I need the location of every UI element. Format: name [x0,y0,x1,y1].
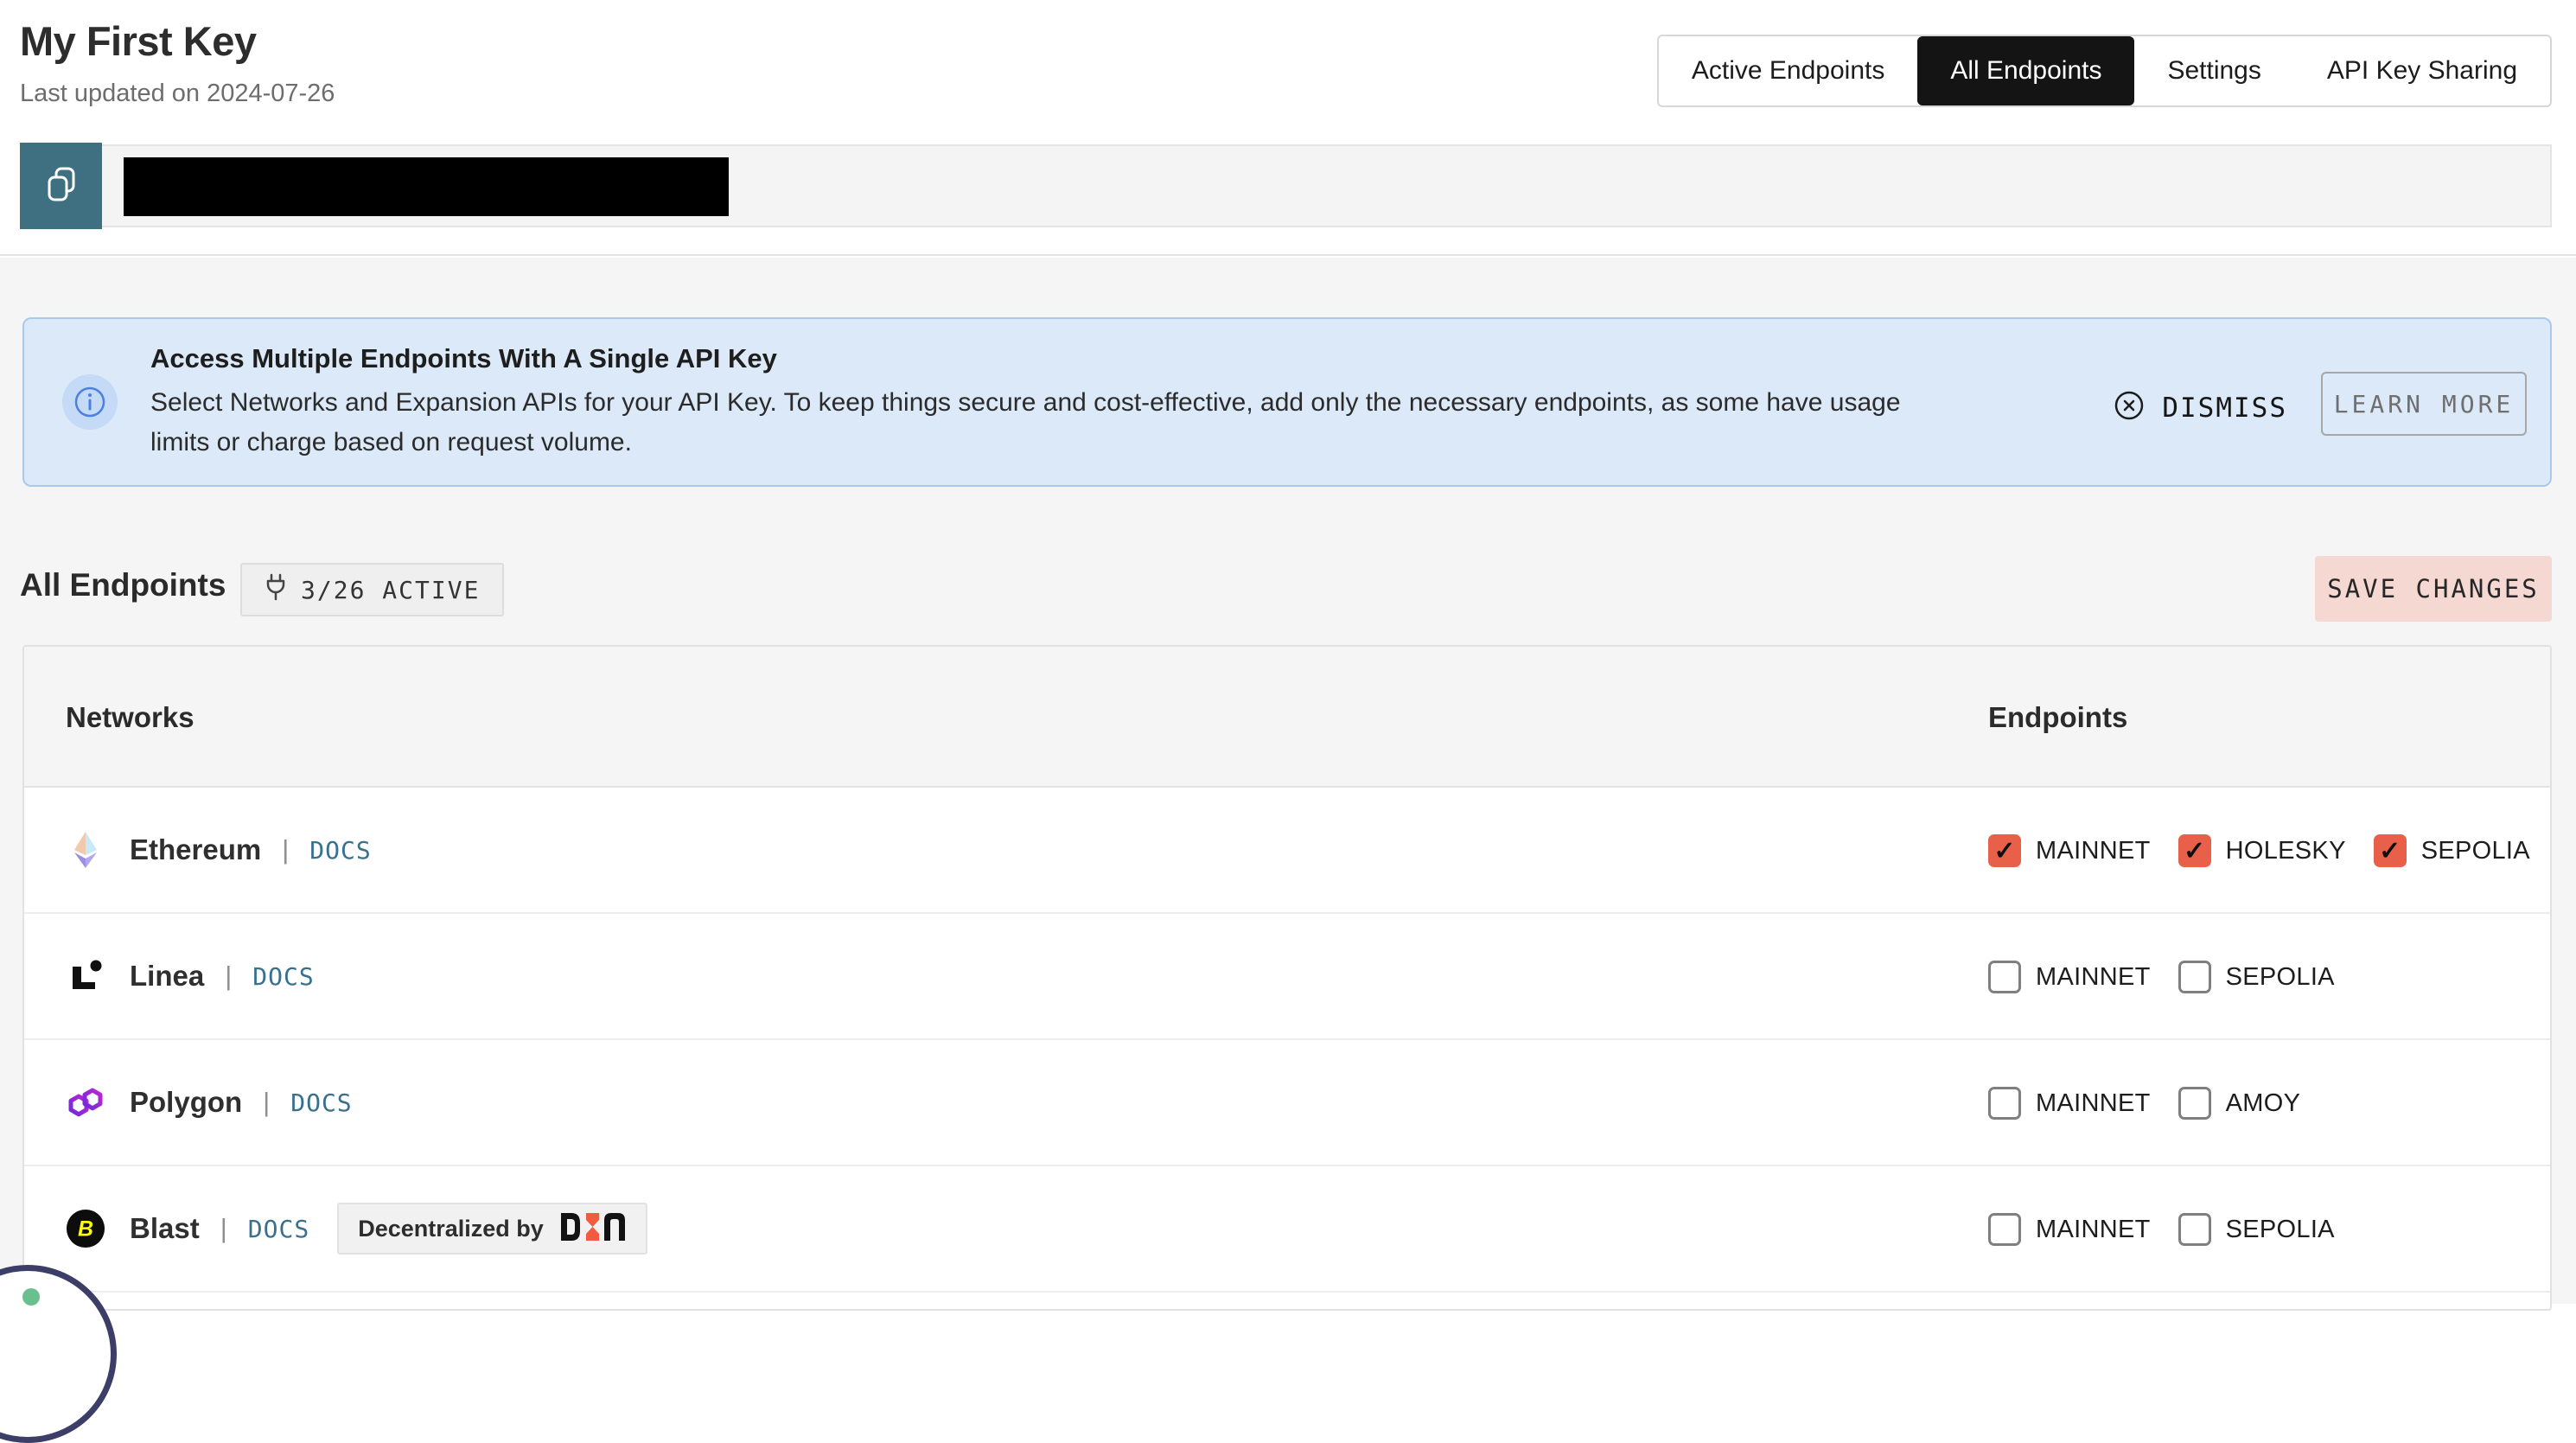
tab-active-endpoints[interactable]: Active Endpoints [1659,36,1917,105]
endpoint-label: HOLESKY [2226,837,2346,865]
table-row-linea: Linea | DOCS MAINNET SEPOLIA [24,914,2550,1040]
linea-logo-icon [66,956,105,996]
din-logo-icon [558,1210,627,1248]
endpoint-checkbox-group: ✓ MAINNET ✓ HOLESKY ✓ SEPOLIA [1988,788,2530,914]
endpoint-label: MAINNET [2036,963,2151,992]
plug-icon [265,573,287,607]
tab-all-endpoints[interactable]: All Endpoints [1917,36,2134,105]
table-header: Networks Endpoints [24,647,2550,788]
banner-body-line1: Select Networks and Expansion APIs for y… [150,383,1901,423]
network-name: Ethereum [130,833,261,866]
din-badge-text: Decentralized by [358,1216,544,1242]
decentralized-by-din-badge: Decentralized by [337,1203,647,1255]
checkbox-ethereum-sepolia[interactable]: ✓ SEPOLIA [2374,834,2530,867]
copy-api-key-button[interactable] [20,143,102,229]
endpoint-checkbox-group: MAINNET SEPOLIA [1988,1166,2335,1293]
active-badge-label: 3/26 ACTIVE [301,576,480,604]
docs-link-ethereum[interactable]: DOCS [309,836,371,865]
banner-body: Select Networks and Expansion APIs for y… [150,383,1901,463]
column-header-networks: Networks [66,647,194,788]
networks-table: Networks Endpoints Ethereum | DOCS ✓ MAI… [22,645,2552,1311]
checked-checkbox-icon[interactable]: ✓ [2178,834,2211,867]
network-name: Linea [130,960,204,993]
content-area: Access Multiple Endpoints With A Single … [0,258,2576,1304]
info-banner: Access Multiple Endpoints With A Single … [22,317,2552,487]
dismiss-button[interactable]: DISMISS [2112,388,2287,427]
ethereum-logo-icon [66,830,105,870]
endpoint-label: SEPOLIA [2226,963,2335,992]
endpoint-label: AMOY [2226,1089,2301,1118]
column-header-endpoints: Endpoints [1988,647,2127,788]
endpoint-checkbox-group: MAINNET SEPOLIA [1988,914,2335,1040]
polygon-logo-icon [66,1082,105,1122]
docs-link-polygon[interactable]: DOCS [290,1089,352,1117]
table-row-blast: B Blast | DOCS Decentralized by [24,1166,2550,1293]
banner-body-line2: limits or charge based on request volume… [150,423,1901,463]
tab-bar: Active Endpoints All Endpoints Settings … [1657,35,2552,107]
last-updated-text: Last updated on 2024-07-26 [20,80,335,108]
unchecked-checkbox-icon[interactable] [2178,961,2211,993]
checkbox-polygon-mainnet[interactable]: MAINNET [1988,1087,2151,1120]
endpoint-label: MAINNET [2036,1216,2151,1244]
learn-more-button[interactable]: LEARN MORE [2321,372,2527,436]
checked-checkbox-icon[interactable]: ✓ [1988,834,2021,867]
separator: | [282,834,289,865]
banner-title: Access Multiple Endpoints With A Single … [150,343,777,374]
separator: | [220,1213,227,1244]
endpoint-label: MAINNET [2036,1089,2151,1118]
unchecked-checkbox-icon[interactable] [1988,961,2021,993]
checkbox-blast-sepolia[interactable]: SEPOLIA [2178,1213,2335,1246]
docs-link-linea[interactable]: DOCS [252,962,314,991]
api-key-field[interactable] [102,144,2552,227]
active-endpoints-badge: 3/26 ACTIVE [240,563,504,616]
unchecked-checkbox-icon[interactable] [1988,1087,2021,1120]
checked-checkbox-icon[interactable]: ✓ [2374,834,2407,867]
separator: | [263,1087,270,1118]
checkbox-linea-mainnet[interactable]: MAINNET [1988,961,2151,993]
checkbox-ethereum-holesky[interactable]: ✓ HOLESKY [2178,834,2346,867]
checkbox-polygon-amoy[interactable]: AMOY [2178,1087,2301,1120]
page-header: My First Key Last updated on 2024-07-26 … [0,0,2576,256]
save-changes-button[interactable]: SAVE CHANGES [2315,556,2552,622]
tab-api-key-sharing[interactable]: API Key Sharing [2294,36,2550,105]
unchecked-checkbox-icon[interactable] [2178,1087,2211,1120]
checkbox-linea-sepolia[interactable]: SEPOLIA [2178,961,2335,993]
tab-settings[interactable]: Settings [2134,36,2293,105]
checkbox-blast-mainnet[interactable]: MAINNET [1988,1213,2151,1246]
network-name: Polygon [130,1086,242,1119]
endpoint-label: SEPOLIA [2226,1216,2335,1244]
info-icon [62,374,118,430]
network-name: Blast [130,1212,200,1245]
checkbox-ethereum-mainnet[interactable]: ✓ MAINNET [1988,834,2151,867]
endpoint-label: SEPOLIA [2421,837,2530,865]
blast-logo-icon: B [66,1209,105,1248]
endpoint-checkbox-group: MAINNET AMOY [1988,1040,2300,1166]
unchecked-checkbox-icon[interactable] [2178,1213,2211,1246]
unchecked-checkbox-icon[interactable] [1988,1213,2021,1246]
dismiss-circle-x-icon [2112,388,2146,427]
docs-link-blast[interactable]: DOCS [248,1215,309,1243]
table-row-polygon: Polygon | DOCS MAINNET AMOY [24,1040,2550,1166]
separator: | [225,961,232,992]
section-heading: All Endpoints [20,567,226,603]
online-status-dot [22,1288,40,1306]
svg-text:B: B [78,1217,93,1242]
copy-icon [42,163,80,209]
dismiss-label: DISMISS [2162,393,2287,424]
page-title: My First Key [20,17,256,65]
endpoint-label: MAINNET [2036,837,2151,865]
api-key-redacted-value [124,157,729,216]
table-row-ethereum: Ethereum | DOCS ✓ MAINNET ✓ HOLESKY ✓ SE… [24,788,2550,914]
